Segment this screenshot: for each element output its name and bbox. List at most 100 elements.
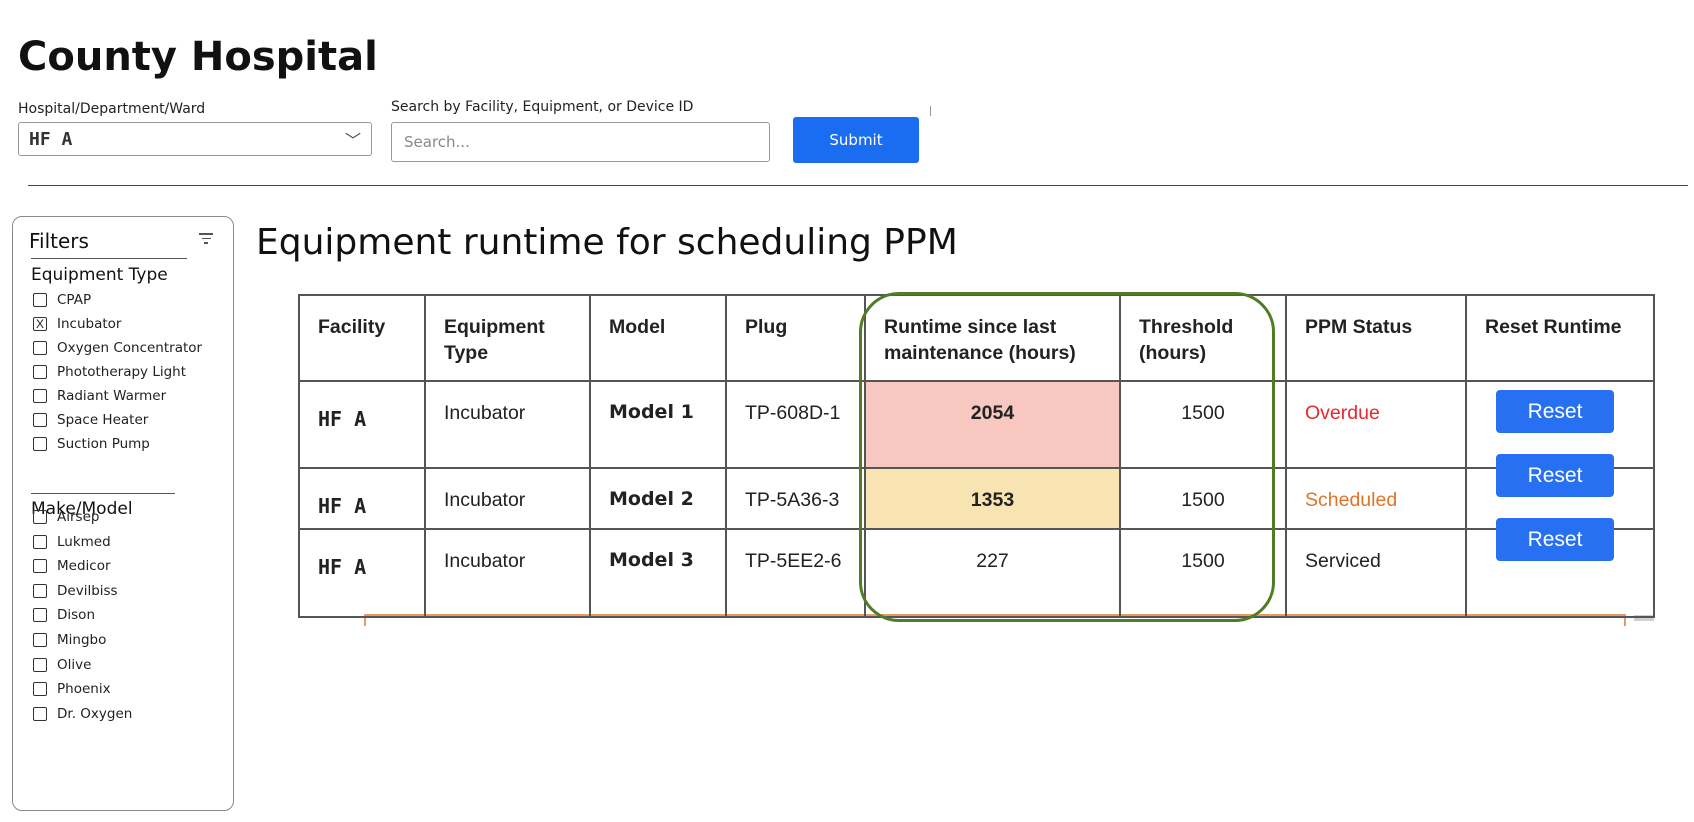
checkbox-icon[interactable] [33,583,47,598]
reset-button-1[interactable]: Reset [1496,390,1614,433]
chevron-down-icon: ﹀ [344,133,361,150]
cell-model: Model 2 [589,467,727,530]
cell-plug: TP-5A36-3 [725,467,866,530]
filter-checkbox-equipment-type[interactable]: X Incubator [33,314,121,334]
equipment-type-title: Equipment Type [31,265,168,285]
cell-model: Model 3 [589,528,727,618]
app-title: County Hospital [18,34,378,80]
checkbox-icon[interactable] [33,633,47,647]
checkbox-icon[interactable] [33,682,47,697]
checkbox-icon[interactable] [33,706,47,721]
filter-checkbox-equipment-type[interactable]: Radiant Warmer [33,386,166,406]
checkbox-icon[interactable] [33,534,47,549]
cell-runtime-overdue: 2054 [864,380,1121,469]
table-row: HF A Incubator Model 2 TP-5A36-3 1353 15… [298,467,1655,530]
cell-threshold: 1500 [1119,467,1287,530]
checkbox-icon[interactable] [33,389,47,403]
filter-checkbox-make-model[interactable]: Phoenix [33,679,111,699]
filter-label: Medicor [57,558,111,575]
filter-label: Olive [57,656,92,673]
checkbox-icon[interactable]: X [33,317,47,331]
cell-facility: HF A [298,528,426,618]
filter-label: Oxygen Concentrator [57,340,203,356]
filter-checkbox-make-model[interactable]: Airsep [33,507,99,527]
checkbox-icon[interactable] [33,510,47,524]
cell-status-serviced: Serviced [1285,528,1467,618]
filter-checkbox-make-model[interactable]: Mingbo [33,630,106,650]
header-threshold: Threshold (hours) [1119,294,1287,382]
filters-title-rule [31,258,187,259]
table-header-row: Facility Equipment Type Model Plug Runti… [298,294,1655,382]
checkbox-icon[interactable] [33,608,47,623]
search-label: Search by Facility, Equipment, or Device… [391,99,694,115]
header-ppm-status: PPM Status [1285,294,1467,382]
cell-model: Model 1 [589,380,727,469]
cell-plug: TP-608D-1 [725,380,866,469]
filter-label: Suction Pump [57,436,150,452]
filter-checkbox-equipment-type[interactable]: CPAP [33,290,91,310]
reset-button-3[interactable]: Reset [1496,518,1614,561]
cell-plug: TP-5EE2-6 [725,528,866,618]
filter-label: Space Heater [57,412,149,428]
filter-checkbox-make-model[interactable]: Olive [33,655,91,675]
search-input[interactable] [391,122,770,162]
cell-equipment-type: Incubator [424,467,591,530]
table-row: HF A Incubator Model 1 TP-608D-1 2054 15… [298,380,1655,469]
filter-label: Phoenix [57,681,111,698]
filter-checkbox-make-model[interactable]: Dison [33,605,95,625]
header-facility: Facility [298,294,426,382]
header-model: Model [589,294,727,382]
cell-facility: HF A [298,467,426,530]
checkbox-icon[interactable] [33,559,47,574]
filter-checkbox-equipment-type[interactable]: Space Heater [33,410,148,430]
location-select-value: HF A [29,129,73,150]
checkbox-icon[interactable] [33,657,47,672]
filter-label: Devilbiss [57,582,118,599]
filter-label: Mingbo [57,632,107,648]
cell-runtime: 227 [864,528,1121,618]
checkbox-icon[interactable] [33,341,47,355]
submit-button[interactable]: Submit [793,117,919,163]
filter-checkbox-make-model[interactable]: Devilbiss [33,581,118,601]
header-runtime: Runtime since last maintenance (hours) [864,294,1121,382]
filter-label: Radiant Warmer [57,388,167,404]
table-row: HF A Incubator Model 3 TP-5EE2-6 227 150… [298,528,1655,618]
cell-runtime-scheduled: 1353 [864,467,1121,530]
header-equipment-type: Equipment Type [424,294,591,382]
checkbox-icon[interactable] [33,365,47,379]
checkbox-icon[interactable] [33,413,47,427]
filter-icon[interactable] [199,233,213,247]
filter-label: Lukmed [57,533,111,550]
cell-threshold: 1500 [1119,380,1287,469]
filter-label: Dison [57,607,95,624]
checkbox-icon[interactable] [33,293,47,307]
filter-label: Dr. Oxygen [57,705,133,722]
runtime-table: Facility Equipment Type Model Plug Runti… [298,294,1655,618]
filter-label: Airsep [57,509,100,525]
header-reset-runtime: Reset Runtime [1465,294,1655,382]
checkbox-icon[interactable] [33,437,47,451]
filter-label: Phototherapy Light [57,364,187,380]
filter-label: Incubator [57,316,122,332]
cell-facility: HF A [298,380,426,469]
filter-checkbox-make-model[interactable]: Medicor [33,556,111,576]
cell-equipment-type: Incubator [424,528,591,618]
header-divider [28,185,1688,186]
filter-checkbox-equipment-type[interactable]: Suction Pump [33,434,150,454]
filter-checkbox-equipment-type[interactable]: Phototherapy Light [33,362,186,382]
divider-mark [930,106,931,116]
header-plug: Plug [725,294,866,382]
location-label: Hospital/Department/Ward [18,101,206,117]
location-select[interactable]: HF A ﹀ [18,122,372,156]
section-title: Equipment runtime for scheduling PPM [256,222,958,263]
runtime-table-wrap: Facility Equipment Type Model Plug Runti… [298,292,1655,626]
cell-equipment-type: Incubator [424,380,591,469]
filter-checkbox-make-model[interactable]: Lukmed [33,532,111,552]
filter-label: CPAP [57,292,92,308]
filters-title: Filters [29,229,89,253]
filter-checkbox-equipment-type[interactable]: Oxygen Concentrator [33,338,202,358]
group-divider [31,493,175,494]
reset-button-2[interactable]: Reset [1496,454,1614,497]
cell-status-overdue: Overdue [1285,380,1467,469]
filter-checkbox-make-model[interactable]: Dr. Oxygen [33,704,132,724]
